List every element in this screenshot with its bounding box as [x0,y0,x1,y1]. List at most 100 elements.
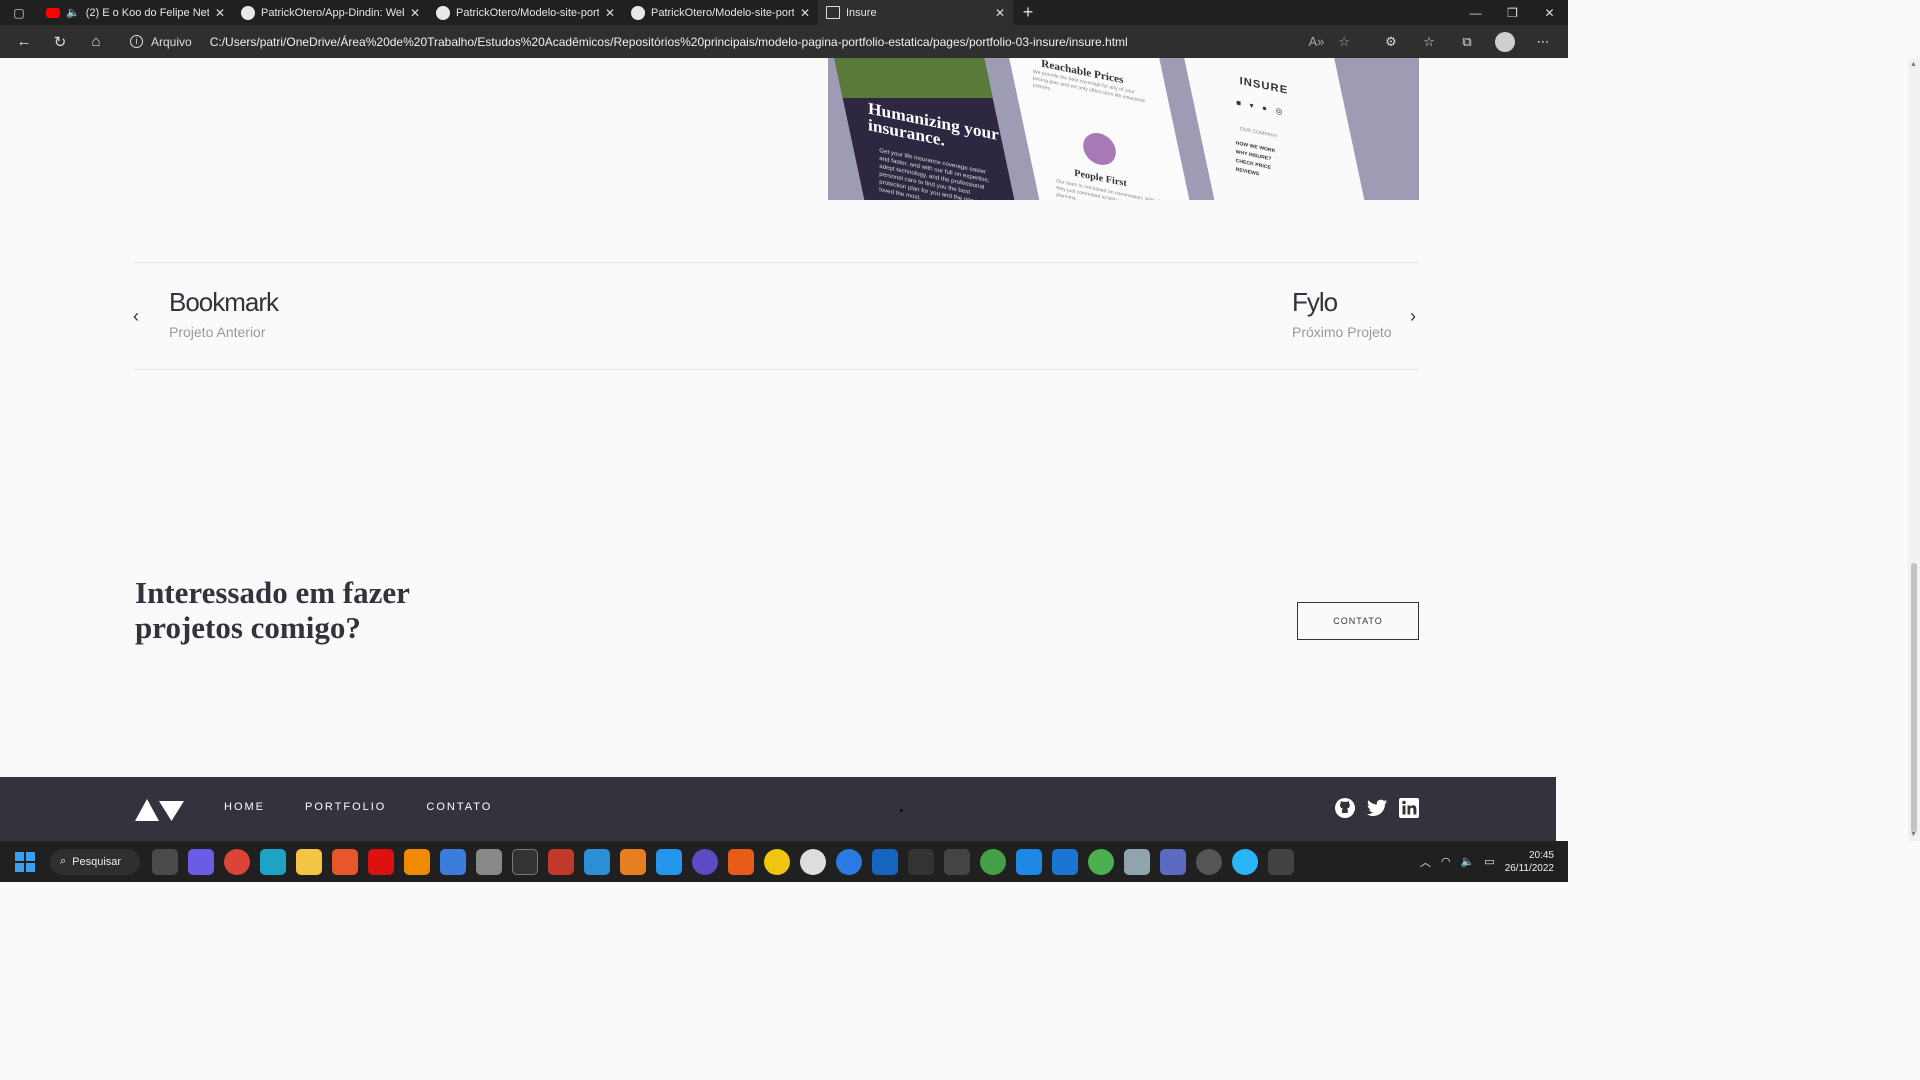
contact-button[interactable]: CONTATO [1297,602,1419,640]
window-controls: — ❐ ✕ [1457,0,1568,25]
close-icon[interactable]: ✕ [215,6,225,20]
bitwarden-icon[interactable] [440,848,466,875]
wifi-icon[interactable]: ◠ [1441,855,1451,868]
preview-phone-2: Reachable Prices We provide the best cov… [1000,58,1196,200]
file-explorer-icon[interactable] [296,848,322,875]
app-icon[interactable] [800,848,826,875]
app-icon[interactable] [1016,848,1042,875]
address-bar: ← ↻ ⌂ i Arquivo C:/Users/patri/OneDrive/… [0,25,1568,58]
linkedin-icon[interactable] [1399,798,1419,818]
app-icon[interactable] [1196,848,1222,875]
app-icon[interactable] [908,848,934,875]
project-preview-image: Humanizing your insurance. Get your life… [828,58,1419,200]
app-icon[interactable] [1160,848,1186,875]
footer-link-portfolio[interactable]: PORTFOLIO [305,801,386,813]
edge-icon[interactable] [260,848,286,875]
taskbar-search[interactable]: ⌕ Pesquisar [50,848,140,875]
previous-project-link[interactable]: Bookmark Projeto Anterior [169,287,279,340]
back-arrow-icon[interactable]: ← [8,28,40,56]
close-icon[interactable]: ✕ [995,6,1005,20]
browser-tab-bar: ▢ 🔈 (2) E o Koo do Felipe Neto? ✕ Patric… [0,0,1568,25]
next-project-name[interactable]: Fylo [1292,287,1392,318]
app-icon[interactable] [836,848,862,875]
scroll-up-icon[interactable]: ▲ [1910,61,1917,68]
footer-link-home[interactable]: HOME [224,801,265,813]
app-icon[interactable] [692,848,718,875]
browser-tab[interactable]: PatrickOtero/Modelo-site-portfo ✕ [428,0,623,25]
read-aloud-icon[interactable]: A» [1308,34,1324,50]
info-icon[interactable]: i [130,35,143,48]
taskbar-apps [152,848,1294,875]
clock[interactable]: 20:45 26/11/2022 [1505,849,1554,875]
app-icon[interactable] [1124,848,1150,875]
next-project-link[interactable]: Fylo Próximo Projeto [1292,287,1392,340]
collections-icon[interactable]: ⧉ [1450,32,1484,52]
url-field[interactable]: i Arquivo C:/Users/patri/OneDrive/Área%2… [120,29,1360,55]
preview-person-icon [1080,133,1119,165]
more-menu-icon[interactable]: ⋯ [1526,32,1560,52]
browser-tab[interactable]: 🔈 (2) E o Koo do Felipe Neto? ✕ [38,0,233,25]
tab-title: (2) E o Koo do Felipe Neto? [85,6,209,19]
browser-tab[interactable]: PatrickOtero/Modelo-site-portfo ✕ [623,0,818,25]
app-icon[interactable] [1232,848,1258,875]
terminal-icon[interactable] [1268,848,1294,875]
chrome-icon[interactable] [224,848,250,875]
footer-link-contato[interactable]: CONTATO [426,801,492,813]
task-view-icon[interactable] [152,848,178,875]
scroll-down-icon[interactable]: ▼ [1910,831,1917,838]
extensions-icon[interactable]: ⚙ [1374,32,1408,52]
close-icon[interactable]: ✕ [800,6,810,20]
scroll-thumb[interactable] [1911,563,1917,833]
site-logo[interactable] [135,797,185,828]
twitter-icon[interactable] [1367,798,1387,818]
app-icon[interactable] [980,848,1006,875]
tab-title: PatrickOtero/Modelo-site-portfo [651,6,794,19]
app-icon[interactable] [872,848,898,875]
app-icon[interactable] [764,848,790,875]
favorites-icon[interactable]: ☆ [1412,32,1446,52]
app-icon[interactable] [944,848,970,875]
chevron-left-icon[interactable]: ‹ [133,306,139,327]
docker-icon[interactable] [656,848,682,875]
favorite-add-icon[interactable]: ☆ [1338,34,1350,50]
minimize-icon[interactable]: — [1457,0,1494,25]
previous-project-name[interactable]: Bookmark [169,287,279,318]
app-icon[interactable] [332,848,358,875]
refresh-icon[interactable]: ↻ [44,28,76,56]
restore-icon[interactable]: ❐ [1494,0,1531,25]
acrobat-icon[interactable] [368,848,394,875]
page-scrollbar[interactable]: ▲ ▼ [1908,58,1920,841]
close-icon[interactable]: ✕ [605,6,615,20]
devcpp-icon[interactable] [548,848,574,875]
profile-avatar[interactable] [1488,31,1522,52]
battery-icon[interactable]: ▭ [1484,855,1494,868]
chevron-right-icon[interactable]: › [1410,306,1416,327]
volume-icon[interactable]: 🔈 [1461,855,1475,868]
browser-tab-active[interactable]: Insure ✕ [818,0,1013,25]
browser-tab[interactable]: PatrickOtero/App-Dindin: Web-a ✕ [233,0,428,25]
teams-chat-icon[interactable] [188,848,214,875]
sublime-icon[interactable] [620,848,646,875]
app-icon[interactable] [1088,848,1114,875]
app-icon[interactable] [476,848,502,875]
new-tab-button[interactable]: + [1013,0,1043,25]
tab-actions-icon[interactable]: ▢ [0,0,38,25]
app-icon[interactable] [1052,848,1078,875]
cta-heading: Interessado em fazer projetos comigo? [135,575,410,645]
preview-hero-photo [834,58,993,98]
speaker-icon[interactable]: 🔈 [66,6,80,19]
close-icon[interactable]: ✕ [410,6,420,20]
windows-start-icon[interactable] [10,847,40,877]
tray-chevron-icon[interactable]: ︿ [1420,854,1431,870]
github-icon[interactable] [1335,798,1355,818]
home-icon[interactable]: ⌂ [80,28,112,56]
vlc-icon[interactable] [404,848,430,875]
app-icon[interactable] [728,848,754,875]
taskbar-search-label: Pesquisar [72,855,122,868]
vscode-icon[interactable] [584,848,610,875]
social-links [1335,798,1419,818]
terminal-icon[interactable] [512,848,538,875]
url-text[interactable]: C:/Users/patri/OneDrive/Área%20de%20Trab… [210,35,1301,49]
toolbar-buttons: ⚙ ☆ ⧉ ⋯ [1374,31,1560,52]
close-window-icon[interactable]: ✕ [1531,0,1568,25]
